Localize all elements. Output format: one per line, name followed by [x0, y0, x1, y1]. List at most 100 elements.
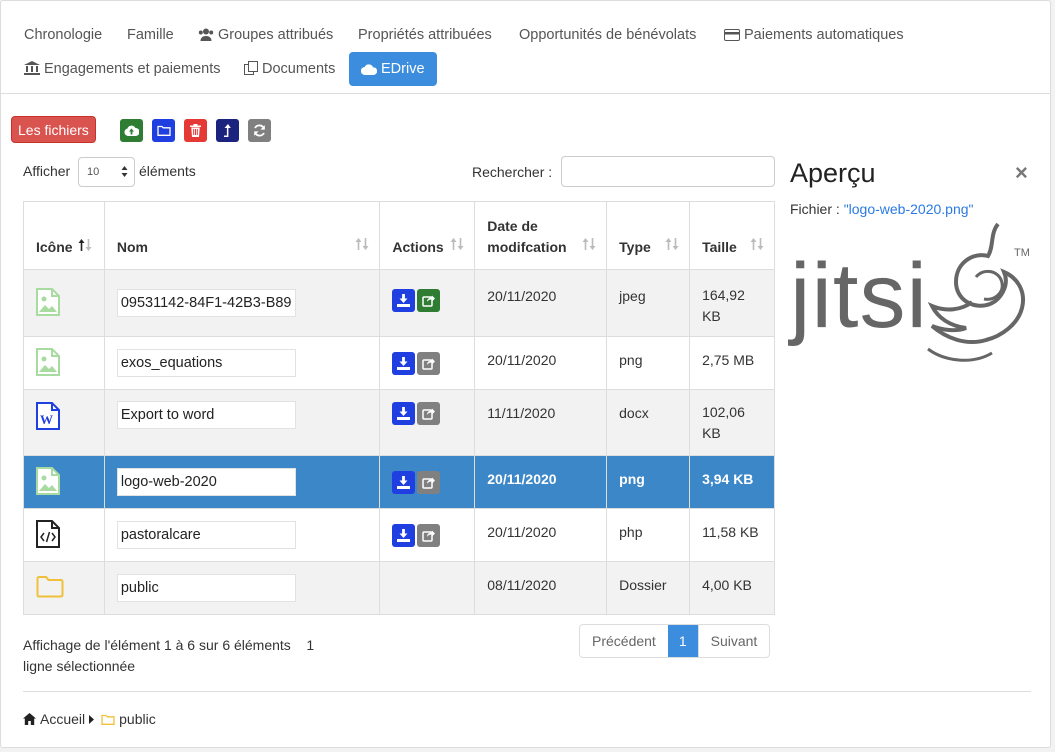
tab-groupes[interactable]: Groupes attribués — [198, 18, 333, 52]
breadcrumb-folder[interactable]: public — [119, 711, 156, 727]
parent-folder-button[interactable] — [216, 119, 239, 142]
tab-famille[interactable]: Famille — [127, 18, 174, 52]
table-row[interactable]: pastoralcare 20/11/2020 php 11,58 KB — [23, 508, 775, 562]
next-button[interactable]: Suivant — [697, 625, 770, 657]
actions-cell — [379, 455, 476, 509]
size-cell: 3,94 KB — [689, 455, 775, 509]
share-button[interactable] — [417, 523, 441, 547]
select-arrows-icon — [121, 166, 128, 177]
page-size-select[interactable]: 10 — [78, 157, 135, 187]
tab-opportunites[interactable]: Opportunités de bénévolats — [519, 18, 696, 52]
icon-cell: W — [23, 389, 105, 456]
page-size-value: 10 — [87, 166, 100, 178]
close-icon[interactable]: × — [1015, 160, 1028, 186]
date-cell: 08/11/2020 — [474, 561, 608, 615]
download-icon — [397, 407, 411, 420]
share-button[interactable] — [417, 288, 441, 312]
table-row[interactable]: public 08/11/2020 Dossier 4,00 KB — [23, 561, 775, 615]
header-actions[interactable]: Actions — [379, 201, 476, 270]
tab-documents[interactable]: Documents — [244, 52, 335, 86]
sort-icon — [450, 238, 464, 250]
level-up-icon — [224, 124, 231, 137]
tab-chronologie[interactable]: Chronologie — [24, 18, 102, 52]
date-cell: 20/11/2020 — [474, 269, 608, 337]
file-link[interactable]: "logo-web-2020.png" — [844, 201, 974, 217]
cloud-icon — [360, 64, 378, 76]
sort-icon — [582, 238, 596, 250]
image-file-icon — [36, 466, 60, 495]
download-button[interactable] — [392, 288, 416, 312]
files-button[interactable]: Les fichiers — [11, 116, 96, 143]
upload-button[interactable] — [120, 119, 143, 142]
home-icon — [23, 713, 36, 725]
code-file-icon — [36, 519, 60, 548]
download-button[interactable] — [392, 402, 416, 425]
copy-icon — [244, 61, 258, 75]
share-icon — [422, 408, 436, 420]
date-cell: 20/11/2020 — [474, 508, 608, 562]
tab-proprietes[interactable]: Propriétés attribuées — [358, 18, 492, 52]
folder-icon — [156, 125, 171, 136]
header-size[interactable]: Taille — [689, 201, 775, 270]
download-button[interactable] — [392, 470, 416, 494]
icon-cell — [23, 508, 105, 562]
share-button[interactable] — [417, 402, 441, 425]
image-file-icon — [36, 347, 60, 376]
caret-right-icon — [89, 714, 95, 724]
tab-label: Opportunités de bénévolats — [519, 27, 697, 43]
breadcrumb-home[interactable]: Accueil — [40, 711, 85, 727]
download-button[interactable] — [392, 523, 416, 547]
share-button[interactable] — [417, 351, 441, 375]
download-icon — [397, 356, 411, 370]
name-cell: exos_equations — [103, 336, 381, 390]
table-row[interactable]: 09531142-84F1-42B3-B89 20/11/2020 jpeg 1… — [23, 269, 775, 337]
share-button[interactable] — [417, 470, 441, 494]
name-cell: public — [103, 561, 381, 615]
page-1-button[interactable]: 1 — [667, 625, 698, 657]
tab-label: EDrive — [381, 61, 425, 77]
name-input[interactable]: logo-web-2020 — [116, 468, 296, 496]
previous-button[interactable]: Précédent — [580, 625, 668, 657]
name-input[interactable]: public — [116, 574, 296, 602]
tab-label: Paiements automatiques — [744, 27, 904, 43]
header-name[interactable]: Nom — [103, 201, 381, 270]
name-cell: Export to word — [103, 389, 381, 456]
name-input[interactable]: 09531142-84F1-42B3-B89 — [116, 289, 296, 317]
tab-paiements-automatiques[interactable]: Paiements automatiques — [724, 18, 904, 52]
table-row-selected[interactable]: logo-web-2020 20/11/2020 png 3,94 KB — [23, 455, 775, 509]
files-table: Icône Nom Actions Date de modifcation Ty… — [23, 201, 775, 615]
actions-cell — [379, 336, 476, 390]
name-input[interactable]: Export to word — [116, 401, 296, 429]
header-type[interactable]: Type — [606, 201, 691, 270]
date-cell: 20/11/2020 — [474, 336, 608, 390]
tab-engagements[interactable]: Engagements et paiements — [24, 52, 221, 86]
type-cell: docx — [606, 389, 691, 456]
tab-label: Chronologie — [24, 27, 103, 43]
search-input[interactable] — [561, 156, 775, 187]
name-input[interactable]: pastoralcare — [116, 521, 296, 549]
share-icon — [422, 295, 436, 307]
sort-icon — [750, 238, 764, 250]
trash-icon — [190, 124, 201, 137]
new-folder-button[interactable] — [152, 119, 175, 142]
date-cell: 11/11/2020 — [474, 389, 608, 456]
show-label: Afficher — [23, 163, 71, 179]
header-date[interactable]: Date de modifcation — [474, 201, 608, 270]
type-cell: png — [606, 455, 691, 509]
icon-cell — [23, 336, 105, 390]
table-row[interactable]: W Export to word 11/11/2020 docx 102,06 … — [23, 389, 775, 456]
table-row[interactable]: exos_equations 20/11/2020 png 2,75 MB — [23, 336, 775, 390]
share-icon — [422, 358, 436, 370]
name-input[interactable]: exos_equations — [116, 349, 296, 377]
icon-cell — [23, 561, 105, 615]
table-info: Affichage de l'élément 1 à 6 sur 6 éléme… — [23, 635, 333, 677]
download-button[interactable] — [392, 351, 416, 375]
refresh-button[interactable] — [248, 119, 271, 142]
delete-button[interactable] — [184, 119, 207, 142]
size-cell: 102,06 KB — [689, 389, 775, 456]
edrive-panel: Chronologie Famille Groupes attribués Pr… — [0, 0, 1051, 748]
size-cell: 4,00 KB — [689, 561, 775, 615]
tab-edrive[interactable]: EDrive — [349, 52, 437, 86]
jitsi-logo-image: jitsi TM — [788, 222, 1030, 362]
header-icon[interactable]: Icône — [23, 201, 105, 270]
